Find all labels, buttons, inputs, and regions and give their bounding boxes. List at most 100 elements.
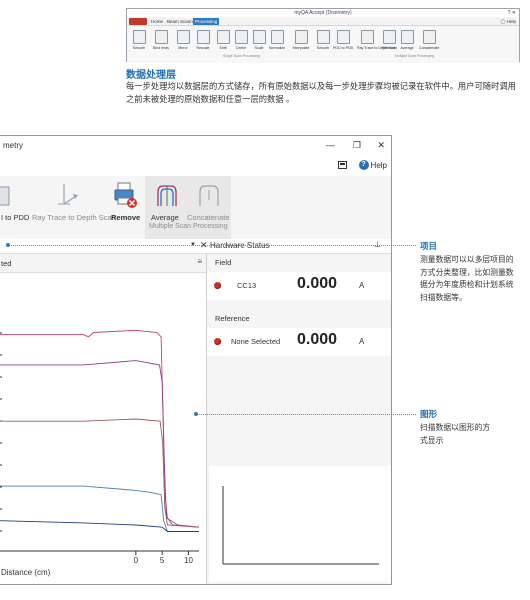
reference-unit: A bbox=[359, 337, 365, 346]
reference-detector: None Selected bbox=[231, 337, 281, 346]
mini-group-label: Multiple Scan Processing bbox=[395, 54, 435, 58]
normalize-icon bbox=[270, 30, 284, 44]
average-icon bbox=[400, 30, 414, 44]
concatenate-icon bbox=[199, 185, 219, 206]
concatenate-icon bbox=[422, 30, 436, 44]
mini-tool[interactable]: Shift bbox=[213, 30, 233, 50]
section-description: 每一步处理均以数据层的方式储存，所有原始数据以及每一步处理步骤均被记录在软件中。… bbox=[126, 81, 516, 104]
window-titlebar: metry — ❐ ✕ bbox=[0, 136, 391, 158]
interpolate-icon bbox=[294, 30, 308, 44]
hardware-graph-axes bbox=[222, 486, 379, 565]
help-label: Help bbox=[370, 160, 387, 170]
mini-tool[interactable]: Mirror bbox=[173, 30, 193, 50]
pdd-icon bbox=[336, 30, 350, 44]
mirror-icon bbox=[176, 30, 190, 44]
concatenate-label: Concatenate bbox=[187, 213, 230, 222]
mini-window-title: myQA Accept (Dosimetry) bbox=[127, 9, 519, 17]
help-icon: ? bbox=[358, 160, 369, 170]
average-icon bbox=[157, 185, 177, 206]
close-button[interactable]: ✕ bbox=[377, 140, 385, 151]
mini-tool[interactable]: Interpolate bbox=[291, 30, 311, 50]
graph-header-text: ted bbox=[1, 259, 12, 268]
mini-tab-home[interactable]: Home bbox=[149, 18, 165, 25]
reference-value: 0.000 bbox=[297, 331, 338, 348]
field-unit: A bbox=[359, 281, 365, 290]
remove-label: Remove bbox=[111, 213, 141, 222]
mini-group-label: Single Scan Processing bbox=[223, 54, 260, 58]
graph-leader-dot bbox=[194, 412, 198, 416]
x-tick-label: 5 bbox=[160, 556, 165, 565]
mini-window-controls: ? ✕ bbox=[507, 10, 516, 16]
mini-tool[interactable]: Remove bbox=[379, 30, 399, 50]
mini-app-logo bbox=[129, 18, 147, 25]
mini-tool[interactable]: Center bbox=[231, 30, 251, 50]
mini-tool[interactable]: Ray Trace to Depth Scan bbox=[357, 30, 397, 50]
field-detector: CC13 bbox=[237, 281, 257, 290]
smooth-icon bbox=[132, 30, 146, 44]
mini-tool[interactable]: Rescale bbox=[193, 30, 213, 50]
bind-ends-icon bbox=[154, 30, 168, 44]
panel-header: ▼ ✕ Hardware Status ⊥ bbox=[0, 239, 391, 254]
hardware-status-pane: Field CC13 0.000 A Reference None Select… bbox=[207, 254, 391, 584]
printer-remove-icon bbox=[382, 30, 396, 44]
ray-trace-icon bbox=[58, 184, 78, 205]
help-bar: ? Help bbox=[0, 158, 391, 176]
rescale-icon bbox=[196, 30, 210, 44]
annotation-project-title: 项目 bbox=[420, 241, 438, 251]
mini-tool[interactable]: Average bbox=[397, 30, 417, 50]
mini-tool[interactable]: Scale bbox=[249, 30, 269, 50]
annotation-project-text: 测量数据可以以多层项目的 方式分类整理，比如测量数 据分为年度质检和计划系统 扫… bbox=[420, 255, 514, 302]
mini-tool[interactable]: Smooth bbox=[129, 30, 149, 50]
scan-series-2 bbox=[0, 360, 200, 528]
mini-tab-processing[interactable]: Processing bbox=[193, 18, 220, 25]
reference-label: Reference bbox=[215, 314, 250, 323]
smooth-curve-icon bbox=[316, 30, 330, 44]
field-value: 0.000 bbox=[297, 275, 338, 292]
field-row: CC13 0.000 A bbox=[207, 272, 391, 300]
field-status-icon bbox=[214, 282, 221, 289]
graph-menu-icon[interactable]: ≡ bbox=[197, 257, 202, 266]
convert-to-pdd-icon bbox=[0, 186, 10, 206]
window-title: metry bbox=[3, 141, 23, 150]
graph-header: ted ≡ bbox=[0, 254, 206, 273]
graph-pane: ted ≡ 0 5 10 Distance (cm) bbox=[0, 254, 207, 584]
ray-trace-icon bbox=[360, 30, 374, 44]
help-button[interactable]: ? Help bbox=[358, 160, 387, 170]
mini-app-screenshot: myQA Accept (Dosimetry) ? ✕ Home Beam Sc… bbox=[126, 8, 520, 63]
convert-to-pdd-label: I to PDD bbox=[1, 213, 30, 222]
mini-tool[interactable]: Bind ends bbox=[151, 30, 171, 50]
ray-trace-label: Ray Trace to Depth Scan bbox=[32, 213, 116, 222]
reference-status-icon bbox=[214, 338, 221, 345]
ribbon: I to PDD Ray Trace to Depth Scan Remove … bbox=[0, 176, 391, 240]
x-tick-label: 10 bbox=[184, 556, 193, 565]
graph-leader-line bbox=[196, 414, 416, 415]
minimize-button[interactable]: — bbox=[326, 140, 335, 150]
reference-row: None Selected 0.000 A bbox=[207, 328, 391, 356]
window-box-icon[interactable] bbox=[338, 161, 347, 169]
mini-help[interactable]: ◯ Help bbox=[500, 18, 516, 25]
x-axis-label: Distance (cm) bbox=[1, 568, 51, 577]
mini-tool[interactable]: Concatenate bbox=[419, 30, 439, 50]
scale-icon bbox=[252, 30, 266, 44]
hardware-graph-area bbox=[209, 466, 391, 582]
project-leader-dot bbox=[6, 243, 10, 247]
annotation-graph-title: 图形 bbox=[420, 409, 438, 419]
scan-series-1 bbox=[0, 329, 200, 528]
mini-tool[interactable]: Smooth bbox=[313, 30, 333, 50]
project-leader-line bbox=[8, 245, 416, 246]
printer-remove-icon bbox=[114, 182, 137, 208]
mini-tool[interactable]: PDD to PDD bbox=[333, 30, 353, 50]
scan-plot[interactable]: 0 5 10 Distance (cm) bbox=[0, 273, 206, 584]
mini-tab-bar: Home Beam Scanning Processing ◯ Help bbox=[127, 18, 519, 25]
scan-series-3 bbox=[0, 418, 200, 528]
restore-button[interactable]: ❐ bbox=[353, 140, 361, 151]
average-label: Average bbox=[151, 213, 179, 222]
annotation-graph-text: 扫描数据以图形的方 式显示 bbox=[420, 423, 491, 445]
multiple-scan-group-label: Multiple Scan Processing bbox=[149, 223, 228, 230]
mini-tool[interactable]: Normalize bbox=[267, 30, 287, 50]
x-tick-label: 0 bbox=[134, 556, 139, 565]
app-window: metry — ❐ ✕ ? Help I to PDD Ray Trace to… bbox=[0, 135, 392, 585]
field-label: Field bbox=[215, 258, 232, 267]
mini-ribbon: Smooth Bind ends Mirror Rescale Shift Ce… bbox=[127, 25, 519, 63]
section-title: 数据处理层 bbox=[126, 70, 176, 81]
